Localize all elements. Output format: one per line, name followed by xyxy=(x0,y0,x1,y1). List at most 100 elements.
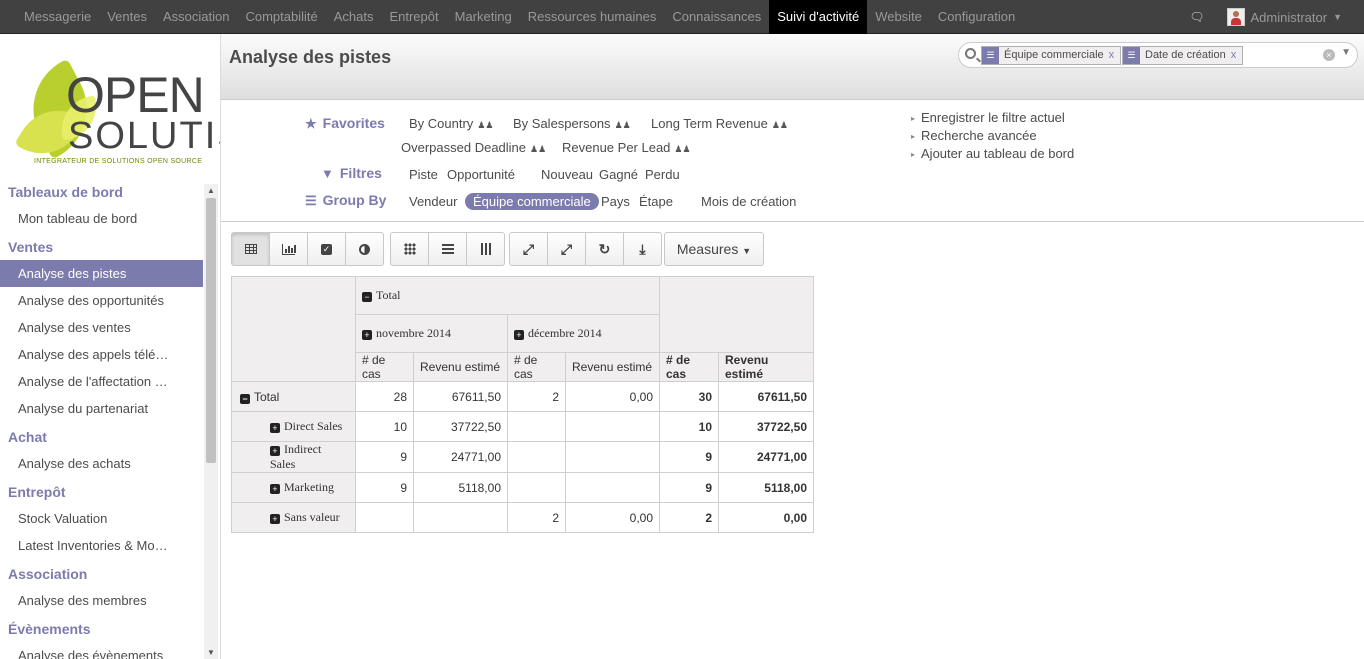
filter-opportunite[interactable]: Opportunité xyxy=(447,167,515,182)
favorite-revenue-per-lead[interactable]: Revenue Per Lead ♟♟ xyxy=(562,140,691,155)
facet-remove-button[interactable]: x xyxy=(1109,49,1115,61)
chat-bubbles-icon[interactable]: 🗨 xyxy=(1189,10,1204,24)
swap-axis-button[interactable]: ⤢ xyxy=(509,232,548,266)
sidebar-item[interactable]: Analyse de l'affectation … xyxy=(0,368,203,395)
menu-item[interactable]: Suivi d'activité xyxy=(769,0,868,34)
menu-item[interactable]: Ressources humaines xyxy=(520,0,665,34)
favorites-title: ★ Favorites xyxy=(305,115,385,131)
row-header[interactable]: + Direct Sales xyxy=(231,411,356,442)
sidebar-item[interactable]: Analyse du partenariat xyxy=(0,395,203,422)
advanced-search-link[interactable]: Recherche avancée xyxy=(911,128,1037,143)
clear-search-icon[interactable]: × xyxy=(1323,49,1335,61)
shared-users-icon: ♟♟ xyxy=(771,120,788,130)
pivot-cell: 37722,50 xyxy=(413,411,508,442)
scroll-up-icon[interactable]: ▲ xyxy=(207,186,215,195)
groupby-mois-creation[interactable]: Mois de création xyxy=(701,194,796,209)
caret-down-icon: ▼ xyxy=(742,246,752,256)
filter-nouveau[interactable]: Nouveau xyxy=(541,167,593,182)
menu-item[interactable]: Entrepôt xyxy=(381,0,446,34)
sidebar-item[interactable]: Mon tableau de bord xyxy=(0,205,203,232)
sidebar-section-title: Tableaux de bord xyxy=(8,184,123,200)
reload-button[interactable]: ↻ xyxy=(585,232,624,266)
columns-icon xyxy=(480,243,491,255)
pie-chart-button[interactable] xyxy=(345,232,384,266)
collapse-icon: − xyxy=(240,393,250,404)
company-logo[interactable]: OPEN SOLUTIS INTEGRATEUR DE SOLUTIONS OP… xyxy=(14,48,220,170)
search-options-toggle-icon[interactable]: ▼ xyxy=(1341,47,1351,58)
caret-down-icon[interactable]: ▼ xyxy=(1333,12,1342,22)
sidebar-item[interactable]: Analyse des membres xyxy=(0,587,203,614)
menu-item[interactable]: Website xyxy=(867,0,930,34)
menu-item[interactable]: Comptabilité xyxy=(237,0,325,34)
menu-item[interactable]: Ventes xyxy=(99,0,155,34)
sidebar-item[interactable]: Latest Inventories & Mo… xyxy=(0,532,203,559)
expand-icon: + xyxy=(270,446,280,456)
facet-remove-button[interactable]: x xyxy=(1231,49,1237,61)
sidebar-item[interactable]: Analyse des appels télé… xyxy=(0,341,203,368)
filter-perdu[interactable]: Perdu xyxy=(645,167,680,182)
sidebar-item[interactable]: Analyse des ventes xyxy=(0,314,203,341)
col-header-month[interactable]: + novembre 2014 xyxy=(355,314,508,353)
menu-item[interactable]: Connaissances xyxy=(664,0,769,34)
groupby-equipe-commerciale[interactable]: Équipe commerciale xyxy=(465,193,599,210)
add-to-dashboard-link[interactable]: Ajouter au tableau de bord xyxy=(911,146,1074,161)
pivot-cell: 9 xyxy=(659,441,719,473)
sidebar-item[interactable]: Analyse des évènements xyxy=(0,642,203,659)
pivot-cell: 67611,50 xyxy=(718,381,814,412)
pivot-cell: 67611,50 xyxy=(413,381,508,412)
heatmap-button[interactable] xyxy=(390,232,429,266)
expand-all-button[interactable]: ⤢ xyxy=(547,232,586,266)
search-input[interactable]: ☰ Équipe commerciale x ☰ Date de création… xyxy=(958,42,1358,68)
menu-item[interactable]: Achats xyxy=(326,0,382,34)
user-menu[interactable]: Administrator xyxy=(1251,10,1328,25)
groupby-etape[interactable]: Étape xyxy=(639,194,673,209)
favorite-overpassed-deadline[interactable]: Overpassed Deadline ♟♟ xyxy=(401,140,546,155)
filter-piste[interactable]: Piste xyxy=(409,167,438,182)
row-header[interactable]: + Sans valeur xyxy=(231,502,356,533)
expand-icon: + xyxy=(270,484,280,494)
view-mode-group: ✓ xyxy=(231,232,384,266)
sidebar-item[interactable]: Analyse des opportunités xyxy=(0,287,203,314)
row-header[interactable]: + Indirect Sales xyxy=(231,441,356,473)
col-heatmap-button[interactable] xyxy=(466,232,505,266)
col-header-month[interactable]: + décembre 2014 xyxy=(507,314,660,353)
row-heatmap-button[interactable] xyxy=(428,232,467,266)
page-title: Analyse des pistes xyxy=(229,47,392,67)
pivot-table-button[interactable] xyxy=(231,232,270,266)
menu-item[interactable]: Configuration xyxy=(930,0,1023,34)
menu-item[interactable]: Marketing xyxy=(447,0,520,34)
scrollbar-thumb[interactable] xyxy=(206,198,216,463)
measures-dropdown[interactable]: Measures ▼ xyxy=(664,232,764,266)
groupby-vendeur[interactable]: Vendeur xyxy=(409,194,457,209)
favorite-by-salespersons[interactable]: By Salespersons ♟♟ xyxy=(513,116,631,131)
group-by-icon: ☰ xyxy=(982,47,999,64)
sidebar-scrollbar[interactable]: ▲ ▼ xyxy=(204,184,218,659)
bar-chart-button[interactable] xyxy=(269,232,308,266)
menu-item[interactable]: Messagerie xyxy=(16,0,99,34)
groupby-pays[interactable]: Pays xyxy=(601,194,630,209)
favorite-by-country[interactable]: By Country ♟♟ xyxy=(409,116,493,131)
scroll-down-icon[interactable]: ▼ xyxy=(207,648,215,657)
th-grid-icon xyxy=(403,243,416,255)
filter-gagne[interactable]: Gagné xyxy=(599,167,638,182)
sidebar-item[interactable]: Analyse des pistes xyxy=(0,260,203,287)
row-header[interactable]: + Marketing xyxy=(231,472,356,503)
line-chart-button[interactable]: ✓ xyxy=(307,232,346,266)
sidebar-item[interactable]: Stock Valuation xyxy=(0,505,203,532)
swap-axis-icon: ⤢ xyxy=(522,241,535,257)
pivot-cell: 9 xyxy=(355,441,414,473)
rows-icon xyxy=(441,244,454,254)
sidebar-item[interactable]: Analyse des achats xyxy=(0,450,203,477)
sidebar: OPEN SOLUTIS INTEGRATEUR DE SOLUTIONS OP… xyxy=(0,34,221,659)
download-button[interactable]: ⤓ xyxy=(623,232,662,266)
pivot-cell: 0,00 xyxy=(565,381,660,412)
col-header-total[interactable]: − Total xyxy=(355,276,660,315)
row-header[interactable]: − Total xyxy=(231,381,356,412)
menu-item[interactable]: Association xyxy=(155,0,237,34)
sidebar-section-title: Achat xyxy=(8,429,47,445)
pie-chart-icon xyxy=(359,243,370,255)
avatar[interactable] xyxy=(1226,8,1245,26)
pivot-cell xyxy=(565,472,660,503)
favorite-long-term-revenue[interactable]: Long Term Revenue ♟♟ xyxy=(651,116,788,131)
save-current-filter-link[interactable]: Enregistrer le filtre actuel xyxy=(911,110,1065,125)
